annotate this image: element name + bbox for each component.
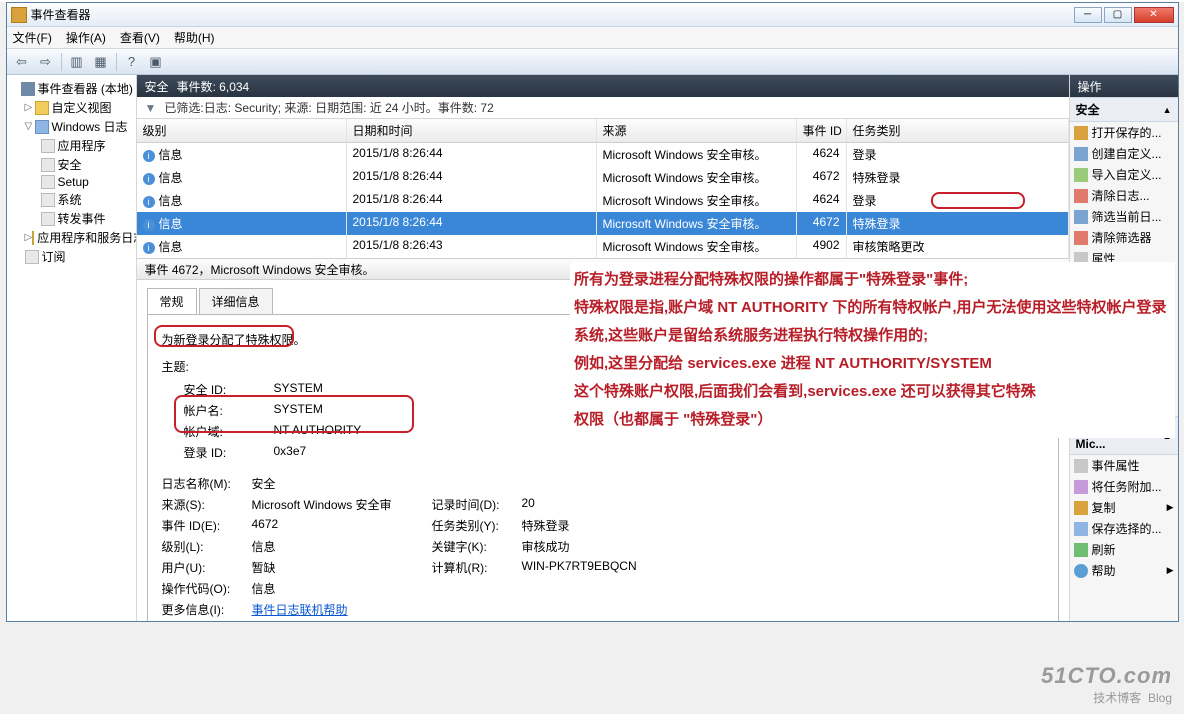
tab-general[interactable]: 常规	[147, 288, 197, 314]
maximize-button[interactable]: ▢	[1104, 7, 1132, 23]
tree-security[interactable]: 安全	[7, 155, 136, 174]
action-item[interactable]: 导入自定义...	[1070, 164, 1178, 185]
action-item[interactable]: 创建自定义...	[1070, 143, 1178, 164]
detail-title: 事件 4672，Microsoft Windows 安全审核。	[145, 261, 375, 278]
event-row[interactable]: i信息2015/1/8 8:26:44Microsoft Windows 安全审…	[137, 212, 1069, 235]
action-item[interactable]: 打开保存的...	[1070, 122, 1178, 143]
action-item[interactable]: 清除筛选器	[1070, 227, 1178, 248]
menu-help[interactable]: 帮助(H)	[174, 29, 215, 46]
annotation-overlay: 所有为登录进程分配特殊权限的操作都属于"特殊登录"事件; 特殊权限是指,账户域 …	[570, 262, 1175, 438]
tree-root[interactable]: 事件查看器 (本地)	[7, 79, 136, 98]
tree-windows-logs[interactable]: ▽Windows 日志	[7, 117, 136, 136]
tree-setup[interactable]: Setup	[7, 174, 136, 190]
app-icon	[11, 7, 27, 23]
col-level[interactable]: 级别	[137, 119, 347, 142]
col-source[interactable]: 来源	[597, 119, 797, 142]
log-name: 安全	[145, 78, 169, 95]
toolbar: ⇦ ⇨ ▥ ▦ ? ▣	[7, 49, 1178, 75]
menu-view[interactable]: 查看(V)	[120, 29, 160, 46]
close-button[interactable]: ✕	[1134, 7, 1174, 23]
tab-details[interactable]: 详细信息	[199, 288, 273, 314]
actions-group-security[interactable]: 安全▲	[1070, 97, 1178, 122]
tree-system[interactable]: 系统	[7, 190, 136, 209]
action-item[interactable]: 保存选择的...	[1070, 518, 1178, 539]
tree-application[interactable]: 应用程序	[7, 136, 136, 155]
filter-summary: ▼ 已筛选:日志: Security; 来源: 日期范围: 近 24 小时。事件…	[137, 97, 1069, 119]
tree-custom-views[interactable]: ▷自定义视图	[7, 98, 136, 117]
back-button[interactable]: ⇦	[11, 52, 33, 72]
action-item[interactable]: 复制▶	[1070, 497, 1178, 518]
navigation-tree[interactable]: 事件查看器 (本地) ▷自定义视图 ▽Windows 日志 应用程序 安全 Se…	[7, 75, 137, 621]
window-titlebar: 事件查看器 ─ ▢ ✕	[7, 3, 1178, 27]
event-row[interactable]: i信息2015/1/8 8:26:44Microsoft Windows 安全审…	[137, 166, 1069, 189]
event-row[interactable]: i信息2015/1/8 8:26:44Microsoft Windows 安全审…	[137, 189, 1069, 212]
col-eventid[interactable]: 事件 ID	[797, 119, 847, 142]
menubar: 文件(F) 操作(A) 查看(V) 帮助(H)	[7, 27, 1178, 49]
col-category[interactable]: 任务类别	[847, 119, 1069, 142]
tree-forwarded[interactable]: 转发事件	[7, 209, 136, 228]
filter-text: 已筛选:日志: Security; 来源: 日期范围: 近 24 小时。事件数:…	[164, 99, 493, 116]
actions-title: 操作	[1070, 75, 1178, 97]
action-item[interactable]: 将任务附加...	[1070, 476, 1178, 497]
event-table: 级别 日期和时间 来源 事件 ID 任务类别 i信息2015/1/8 8:26:…	[137, 119, 1069, 258]
toolbar-btn-2[interactable]: ▦	[90, 52, 112, 72]
menu-file[interactable]: 文件(F)	[13, 29, 52, 46]
menu-action[interactable]: 操作(A)	[66, 29, 106, 46]
col-date[interactable]: 日期和时间	[347, 119, 597, 142]
action-item[interactable]: 筛选当前日...	[1070, 206, 1178, 227]
action-item[interactable]: 清除日志...	[1070, 185, 1178, 206]
event-count: 事件数: 6,034	[177, 78, 250, 95]
tree-subscriptions[interactable]: 订阅	[7, 247, 136, 266]
watermark: 51CTO.com 技术博客 Blog	[1041, 663, 1172, 706]
funnel-icon: ▼	[145, 101, 157, 115]
help-icon[interactable]: ?	[121, 52, 143, 72]
action-item[interactable]: 事件属性	[1070, 455, 1178, 476]
window-title: 事件查看器	[31, 6, 1072, 23]
event-row[interactable]: i信息2015/1/8 8:26:44Microsoft Windows 安全审…	[137, 143, 1069, 166]
help-link[interactable]: 事件日志联机帮助	[252, 601, 432, 618]
action-item[interactable]: 帮助▶	[1070, 560, 1178, 581]
log-header: 安全 事件数: 6,034	[137, 75, 1069, 97]
toolbar-btn-1[interactable]: ▥	[66, 52, 88, 72]
tree-app-services[interactable]: ▷应用程序和服务日志	[7, 228, 136, 247]
toolbar-btn-3[interactable]: ▣	[145, 52, 167, 72]
minimize-button[interactable]: ─	[1074, 7, 1102, 23]
event-row[interactable]: i信息2015/1/8 8:26:43Microsoft Windows 安全审…	[137, 235, 1069, 258]
action-item[interactable]: 刷新	[1070, 539, 1178, 560]
forward-button[interactable]: ⇨	[35, 52, 57, 72]
